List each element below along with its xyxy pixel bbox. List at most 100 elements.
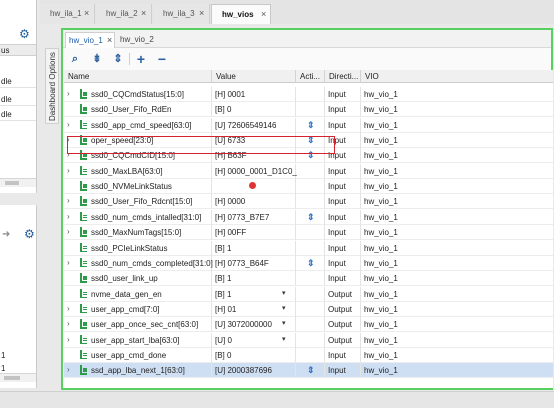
close-icon[interactable]: × bbox=[199, 8, 204, 18]
tab-hw-ila-1[interactable]: hw_ila_1 × bbox=[40, 4, 95, 24]
dashboard-options-tab[interactable]: Dashboard Options bbox=[45, 48, 59, 124]
cell-value[interactable]: [B] 1 ▾ bbox=[212, 286, 296, 302]
chevron-right-icon[interactable]: › bbox=[67, 304, 70, 313]
chevron-right-icon[interactable]: › bbox=[67, 335, 70, 344]
signal-direction: Input bbox=[328, 228, 346, 238]
bottom-scrollbar[interactable] bbox=[0, 391, 554, 408]
table-row[interactable]: › user_app_cmd[7:0] [H] 01 ▾ Output hw_vio_1 bbox=[64, 301, 553, 317]
signal-value: [H] 0000 bbox=[215, 197, 246, 207]
table-row[interactable]: › user_app_start_lba[63:0] [U] 0 ▾ Output hw_… bbox=[64, 332, 553, 348]
signal-vio: hw_vio_1 bbox=[364, 366, 398, 376]
tab-label: hw_ila_1 bbox=[50, 9, 82, 18]
chevron-right-icon[interactable]: › bbox=[67, 89, 70, 98]
scrollbar-thumb[interactable] bbox=[5, 181, 19, 185]
signal-value: [U] 0 bbox=[215, 335, 232, 345]
table-row[interactable]: › ssd_app_lba_next_1[63:0] [U] 2000387696 ⇕… bbox=[64, 363, 553, 379]
cell-direction: Input bbox=[325, 87, 361, 102]
tab-hw-ila-2[interactable]: hw_ila_2 × bbox=[96, 4, 152, 24]
cell-name: ssd0_User_Fifo_RdEn bbox=[64, 102, 212, 118]
table-row[interactable]: ssd0_user_link_up [B] 1 Input hw_vio_1 bbox=[64, 271, 553, 287]
cell-value[interactable]: [H] 01 ▾ bbox=[212, 301, 296, 317]
column-header-value[interactable]: Value bbox=[212, 70, 296, 83]
close-icon[interactable]: × bbox=[261, 9, 266, 19]
table-row[interactable]: › user_app_once_sec_cnt[63:0] [U] 30720000… bbox=[64, 317, 553, 333]
add-icon[interactable]: + bbox=[134, 52, 148, 66]
table-row[interactable]: user_app_cmd_done [B] 0 Input hw_vio_1 bbox=[64, 347, 553, 363]
cell-value[interactable]: [U] 3072000000 ▾ bbox=[212, 317, 296, 333]
list-item[interactable]: dle bbox=[0, 93, 36, 106]
cell-activity bbox=[296, 271, 325, 287]
signal-name: user_app_start_lba[63:0] bbox=[91, 335, 180, 345]
cell-direction: Input bbox=[325, 163, 361, 179]
table-row[interactable]: ssd0_NVMeLinkStatus Input hw_vio_1 bbox=[64, 179, 553, 195]
left-panel-toolbar: ➜ ⚙ bbox=[0, 227, 36, 244]
chevron-down-icon[interactable]: ▾ bbox=[282, 304, 286, 312]
tab-hw-ila-3[interactable]: hw_ila_3 × bbox=[153, 4, 210, 24]
chevron-right-icon[interactable]: › bbox=[67, 196, 70, 205]
list-item-label: 1 bbox=[1, 351, 6, 360]
tab-hw-vios[interactable]: hw_vios × bbox=[211, 4, 271, 24]
table-row[interactable]: › ssd0_CQCmdStatus[15:0] [H] 0001 Input hw_v… bbox=[64, 87, 553, 102]
highlight-box bbox=[67, 136, 335, 154]
column-header-activity[interactable]: Acti... bbox=[296, 70, 325, 83]
table-row[interactable]: ssd0_PCIeLinkStatus [B] 1 Input hw_vio_1 bbox=[64, 240, 553, 256]
table-row[interactable]: › ssd0_num_cmds_completed[31:0] [H] 0773_B… bbox=[64, 255, 553, 271]
table-row[interactable]: › ssd0_MaxNumTags[15:0] [H] 00FF Input hw_vi… bbox=[64, 225, 553, 241]
expand-all-icon[interactable]: ⇕ bbox=[111, 52, 125, 66]
signal-probe-icon bbox=[78, 303, 88, 314]
forward-arrow-icon[interactable]: ➜ bbox=[2, 229, 10, 240]
gear-icon[interactable]: ⚙ bbox=[24, 227, 35, 241]
column-header-vio[interactable]: VIO bbox=[361, 70, 553, 83]
list-item[interactable]: 1 bbox=[0, 350, 36, 362]
chevron-down-icon[interactable]: ▾ bbox=[282, 335, 286, 343]
table-row[interactable]: › ssd0_num_cmds_intalled[31:0] [H] 0773_B7… bbox=[64, 209, 553, 225]
signal-name: ssd0_PCIeLinkStatus bbox=[91, 243, 168, 253]
column-header-label: Name bbox=[68, 72, 90, 81]
left-panel-top: ⚙ us dle dle dle bbox=[0, 0, 37, 193]
horizontal-scrollbar[interactable] bbox=[0, 178, 36, 187]
collapse-all-icon[interactable]: ⇟ bbox=[90, 52, 104, 66]
list-item[interactable]: dle bbox=[0, 108, 36, 121]
cell-name: › ssd0_MaxNumTags[15:0] bbox=[64, 225, 212, 241]
chevron-down-icon[interactable]: ▾ bbox=[282, 289, 286, 297]
scrollbar-thumb[interactable] bbox=[4, 376, 20, 380]
signal-probe-icon bbox=[78, 273, 88, 283]
cell-value: [H] 0773_B7E7 bbox=[212, 209, 296, 225]
cell-vio: hw_vio_1 bbox=[361, 194, 553, 209]
cell-value bbox=[212, 179, 296, 195]
signal-vio: hw_vio_1 bbox=[364, 136, 398, 146]
column-header-direction[interactable]: Directi... bbox=[325, 70, 361, 83]
chevron-right-icon[interactable]: › bbox=[67, 319, 70, 328]
tab-hw-vio-1[interactable]: hw_vio_1 × bbox=[65, 32, 115, 48]
close-icon[interactable]: × bbox=[141, 8, 146, 18]
tab-label: hw_vios bbox=[222, 10, 254, 19]
chevron-right-icon[interactable]: › bbox=[67, 120, 70, 129]
remove-icon[interactable]: − bbox=[155, 52, 169, 66]
horizontal-scrollbar[interactable] bbox=[0, 373, 36, 382]
signal-direction: Input bbox=[328, 182, 346, 192]
search-icon[interactable]: ⌕ bbox=[68, 52, 82, 66]
chevron-right-icon[interactable]: › bbox=[67, 365, 70, 374]
table-row[interactable]: › ssd0_MaxLBA[63:0] [H] 0000_0001_D1C0_ Inp… bbox=[64, 163, 553, 179]
table-row[interactable]: › ssd0_User_Fifo_Rdcnt[15:0] [H] 0000 Input… bbox=[64, 194, 553, 210]
table-row[interactable]: nvme_data_gen_en [B] 1 ▾ Output hw_vio_1 bbox=[64, 286, 553, 302]
chevron-right-icon[interactable]: › bbox=[67, 166, 70, 175]
gear-icon[interactable]: ⚙ bbox=[19, 27, 33, 41]
table-row[interactable]: › ssd0_app_cmd_speed[63:0] [U] 72606549146… bbox=[64, 117, 553, 133]
chevron-right-icon[interactable]: › bbox=[67, 212, 70, 221]
signal-vio: hw_vio_1 bbox=[364, 335, 398, 345]
chevron-right-icon[interactable]: › bbox=[67, 227, 70, 236]
chevron-down-icon[interactable]: ▾ bbox=[282, 319, 286, 327]
close-icon[interactable]: × bbox=[84, 8, 89, 18]
signal-name: nvme_data_gen_en bbox=[91, 289, 162, 299]
close-icon[interactable]: × bbox=[107, 35, 112, 45]
cell-value[interactable]: [U] 0 ▾ bbox=[212, 332, 296, 348]
list-item[interactable]: dle bbox=[0, 75, 36, 88]
chevron-right-icon[interactable]: › bbox=[67, 258, 70, 267]
table-row[interactable]: ssd0_User_Fifo_RdEn [B] 0 Input hw_vio_1 bbox=[64, 102, 553, 118]
column-header-name[interactable]: Name bbox=[64, 70, 212, 83]
signal-direction: Input bbox=[328, 350, 346, 360]
tab-hw-vio-2[interactable]: hw_vio_2 bbox=[117, 32, 165, 48]
cell-name: › ssd_app_lba_next_1[63:0] bbox=[64, 363, 212, 379]
cell-activity bbox=[296, 225, 325, 241]
